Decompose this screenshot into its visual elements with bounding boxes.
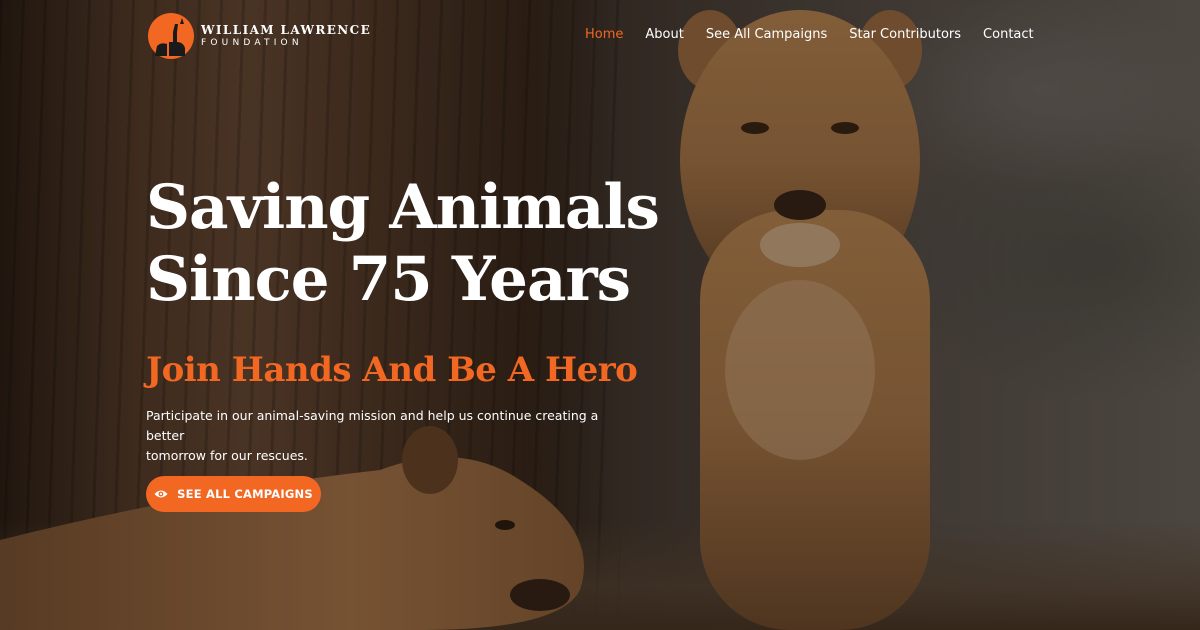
cta-label: SEE ALL CAMPAIGNS	[177, 487, 313, 501]
nav-home[interactable]: Home	[585, 25, 623, 45]
giraffe-elephant-sunset-logo-icon	[148, 13, 194, 59]
site-header: WILLIAM LAWRENCE FOUNDATION Home About S…	[0, 0, 1200, 70]
nav-about[interactable]: About	[645, 25, 683, 45]
see-all-campaigns-button[interactable]: SEE ALL CAMPAIGNS	[146, 476, 321, 512]
main-nav: Home About See All Campaigns Star Contri…	[585, 25, 1056, 45]
hero-subtitle: Join Hands And Be A Hero	[146, 350, 638, 390]
logo[interactable]: WILLIAM LAWRENCE FOUNDATION	[147, 12, 371, 60]
nav-contact[interactable]: Contact	[983, 25, 1034, 45]
nav-see-all-campaigns[interactable]: See All Campaigns	[706, 25, 827, 45]
hero-title: Saving Animals Since 75 Years	[146, 172, 706, 316]
brand-name: WILLIAM LAWRENCE	[201, 23, 372, 37]
hero-title-line2: Since 75 Years	[146, 244, 631, 315]
hero-title-line1: Saving Animals	[146, 172, 660, 243]
brand-subname: FOUNDATION	[201, 38, 303, 48]
eye-icon	[154, 490, 168, 498]
hero-description: Participate in our animal-saving mission…	[146, 406, 616, 466]
nav-star-contributors[interactable]: Star Contributors	[849, 25, 961, 45]
hero-description-line1: Participate in our animal-saving mission…	[146, 408, 599, 443]
hero-description-line2: tomorrow for our rescues.	[146, 448, 308, 463]
